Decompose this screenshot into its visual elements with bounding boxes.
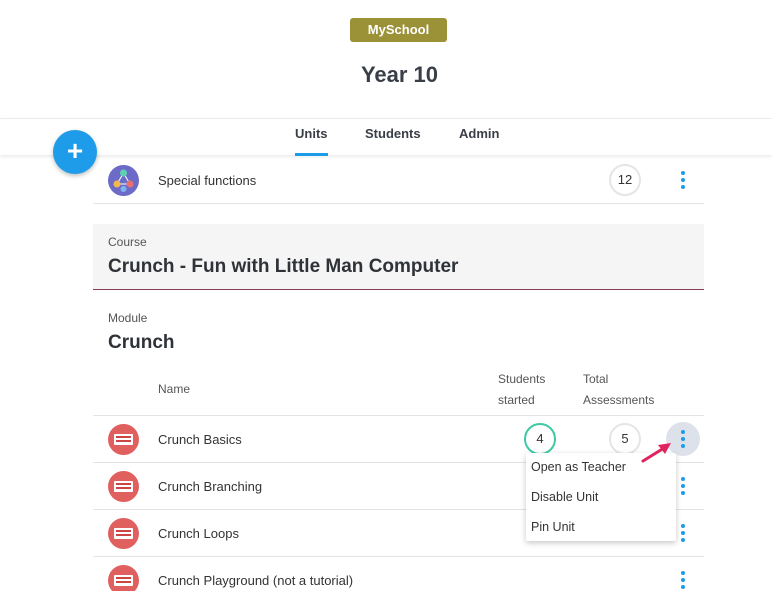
more-options-icon[interactable] [666,163,700,197]
school-badge[interactable]: MySchool [350,18,447,42]
more-options-icon[interactable] [666,563,700,591]
tab-admin[interactable]: Admin [459,126,499,141]
pointer-arrow-icon [641,443,671,463]
crunch-icon [108,565,139,591]
total-assessments-count: 12 [609,164,641,196]
menu-open-as-teacher[interactable]: Open as Teacher [531,460,626,474]
unit-context-menu: Open as Teacher Disable Unit Pin Unit [526,453,676,541]
add-button[interactable]: + [53,130,97,174]
crunch-icon [108,471,139,502]
crunch-icon [108,518,139,549]
menu-pin-unit[interactable]: Pin Unit [531,520,575,534]
unit-name[interactable]: Crunch Loops [158,526,239,541]
total-assessments-count: 5 [609,423,641,455]
students-started-count: 4 [524,423,556,455]
menu-disable-unit[interactable]: Disable Unit [531,490,598,504]
tab-students[interactable]: Students [365,126,421,141]
course-label: Course [108,235,147,249]
unit-name[interactable]: Crunch Playground (not a tutorial) [158,573,353,588]
unit-row[interactable]: Crunch Playground (not a tutorial) [93,557,704,591]
column-total-assessments: Total Assessments [583,372,655,407]
course-header: Course Crunch - Fun with Little Man Comp… [93,224,704,290]
crunch-icon [108,424,139,455]
tab-units[interactable]: Units [295,126,328,156]
page-title: Year 10 [360,62,439,87]
module-title: Crunch [108,332,175,353]
network-icon [108,165,139,196]
module-label: Module [108,311,148,325]
column-students-started: Students started [498,372,546,407]
tab-bar: Units Students Admin [0,118,772,156]
unit-row-special-functions[interactable]: Special functions 12 [93,157,704,204]
course-title: Crunch - Fun with Little Man Computer [108,256,459,277]
unit-name[interactable]: Crunch Basics [158,432,242,447]
unit-name[interactable]: Special functions [158,173,256,188]
unit-name[interactable]: Crunch Branching [158,479,262,494]
column-name: Name [158,382,191,396]
